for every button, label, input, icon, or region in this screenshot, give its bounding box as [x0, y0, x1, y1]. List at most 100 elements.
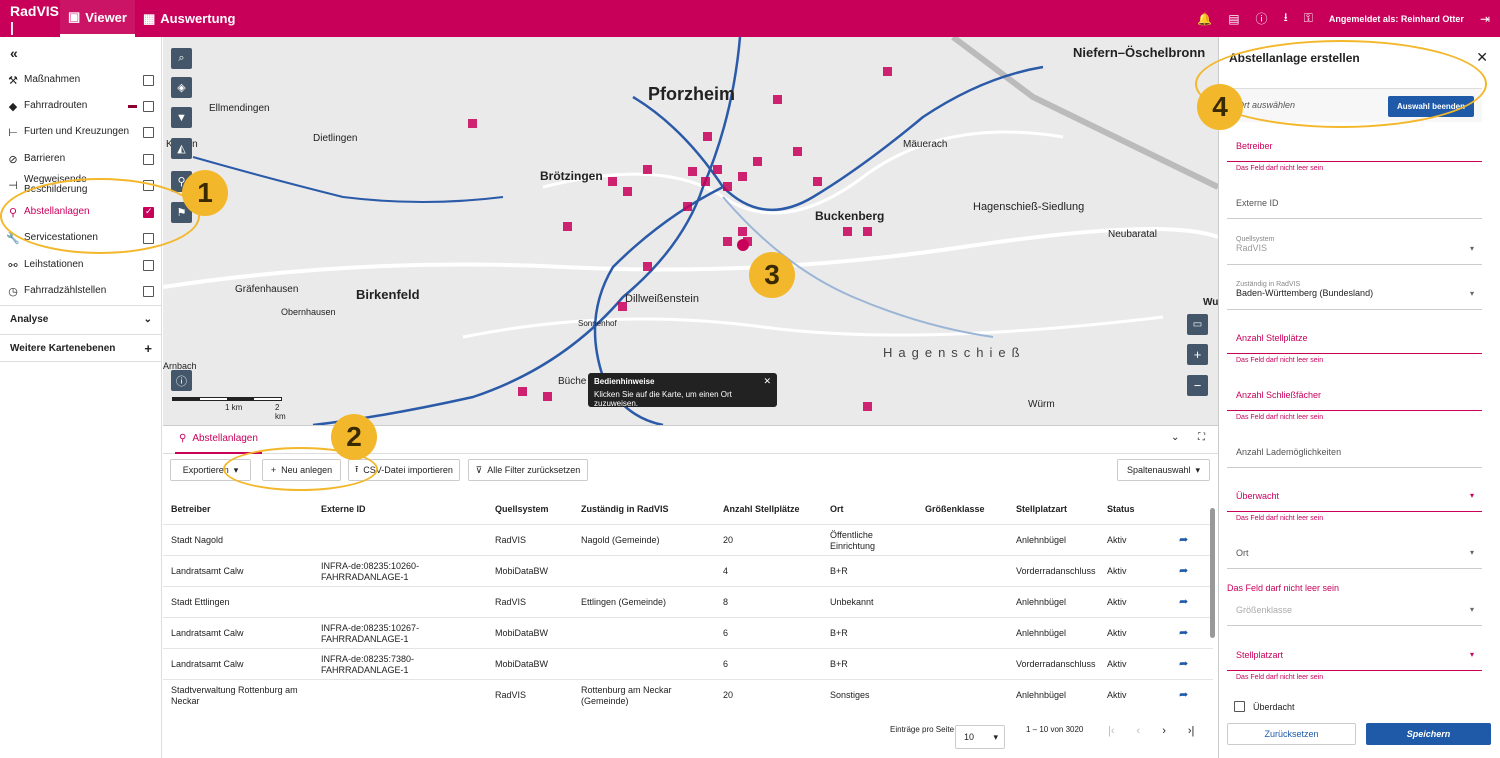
download-icon[interactable]: ⭳ [1284, 8, 1288, 29]
stellplaetze-field[interactable]: Anzahl Stellplätze Das Feld darf nicht le… [1227, 333, 1482, 364]
table-cell: Stadtverwaltung Rottenburg am Neckar [171, 684, 298, 706]
info-map-icon[interactable]: ⓘ [171, 370, 192, 391]
col-header[interactable]: Größenklasse [925, 504, 985, 514]
document-icon[interactable]: ▤ [1228, 12, 1239, 26]
first-page-icon[interactable]: |‹ [1108, 725, 1115, 737]
close-icon[interactable]: ✕ [763, 376, 771, 387]
section-weitere-kartenebenen[interactable]: Weitere Kartenebenen + [0, 334, 162, 362]
bell-icon[interactable]: 🔔 [1197, 12, 1212, 26]
nav-auswertung-label: Auswertung [160, 11, 236, 26]
layer-checkbox[interactable] [143, 126, 154, 138]
close-icon[interactable]: ✕ [1476, 49, 1488, 66]
reset-filters-button[interactable]: ⊽ Alle Filter zurücksetzen [468, 459, 588, 481]
field-label: Größenklasse [1236, 605, 1293, 615]
table-row[interactable]: Stadt Ettlingen RadVIS Ettlingen (Gemeinde… [163, 586, 1213, 617]
logout-icon[interactable]: ⇥ [1480, 12, 1490, 26]
layer-furten[interactable]: ⊢ Furten und Kreuzungen [0, 119, 162, 145]
lade-field[interactable]: Anzahl Lademöglichkeiten [1227, 447, 1482, 468]
table-row[interactable]: Stadtverwaltung Rottenburg am Neckar RadV… [163, 679, 1213, 710]
page-size-select[interactable]: 10 ▾ [955, 725, 1005, 749]
info-icon[interactable]: ⓘ [1256, 10, 1268, 27]
table-row[interactable]: Stadt Nagold RadVIS Nagold (Gemeinde) 20 Öff… [163, 524, 1213, 555]
table-cell: Anlehnbügel [1016, 535, 1067, 545]
search-icon[interactable]: ⌕ [171, 48, 192, 69]
col-header[interactable]: Status [1107, 504, 1135, 514]
schliessfaecher-field[interactable]: Anzahl Schließfächer Das Feld darf nicht … [1227, 390, 1482, 421]
fullscreen-icon[interactable]: ⛶ [1198, 432, 1205, 443]
field-label: Quellsystem [1236, 236, 1275, 243]
open-detail-icon[interactable]: ➦ [1179, 680, 1188, 711]
table-cell [581, 556, 711, 587]
measure-icon[interactable]: ◭ [171, 138, 192, 159]
layer-checkbox[interactable] [143, 74, 154, 86]
open-detail-icon[interactable]: ➦ [1179, 556, 1188, 587]
layers-icon[interactable]: ◈ [171, 77, 192, 98]
table-row[interactable]: Landratsamt Calw INFRA-de:08235:10260-FAH… [163, 555, 1213, 586]
bike-parking-icon: ⚲ [179, 433, 187, 444]
layer-massnahmen[interactable]: ⚒ Maßnahmen [0, 67, 162, 93]
col-header[interactable]: Quellsystem [495, 504, 549, 514]
col-header[interactable]: Zuständig in RadVIS [581, 504, 669, 514]
open-detail-icon[interactable]: ➦ [1179, 618, 1188, 649]
save-button[interactable]: Speichern [1366, 723, 1491, 745]
col-header[interactable]: Ort [830, 504, 844, 514]
scrollbar[interactable] [1210, 508, 1215, 638]
chevron-down-icon[interactable]: ⌄ [1171, 432, 1179, 443]
nav-viewer[interactable]: ▣ Viewer [60, 0, 135, 37]
section-analyse[interactable]: Analyse ⌄ [0, 305, 162, 333]
next-page-icon[interactable]: › [1162, 725, 1166, 737]
place-label: Sonnenhof [578, 319, 617, 328]
place-label: Wu [1203, 297, 1218, 308]
map-view[interactable]: Pforzheim Niefern–Öschelbronn Brötzingen… [163, 37, 1218, 425]
groessenklasse-field: Größenklasse ▾ [1227, 605, 1482, 626]
betreiber-field[interactable]: Betreiber Das Feld darf nicht leer sein [1227, 141, 1482, 172]
col-header[interactable]: Anzahl Stellplätze [723, 504, 800, 514]
key-icon[interactable]: ⚿ [1304, 11, 1313, 26]
highlight-ellipse [0, 178, 200, 254]
externe-id-field[interactable]: Externe ID [1227, 198, 1482, 219]
layer-checkbox[interactable] [143, 153, 154, 165]
zoom-out-button[interactable]: − [1187, 375, 1208, 396]
ueberdacht-checkbox[interactable] [1234, 701, 1245, 712]
table-cell [925, 556, 1005, 587]
ort-field[interactable]: Ort ▾ [1227, 548, 1482, 569]
layer-zaehlstellen[interactable]: ◷ Fahrradzählstellen [0, 278, 162, 304]
layer-checkbox[interactable] [143, 259, 154, 271]
open-detail-icon[interactable]: ➦ [1179, 525, 1188, 556]
table-cell: Rottenburg am Neckar (Gemeinde) [581, 684, 672, 706]
last-page-icon[interactable]: ›| [1188, 725, 1195, 737]
layer-checkbox[interactable] [143, 285, 154, 297]
nav-auswertung[interactable]: ▦ Auswertung [135, 0, 243, 37]
column-select-button[interactable]: Spaltenauswahl ▾ [1117, 459, 1210, 481]
table-cell: Öffentliche Einrichtung [830, 529, 876, 551]
table-row[interactable]: Landratsamt Calw INFRA-de:08235:10267-FAH… [163, 617, 1213, 648]
prev-page-icon[interactable]: ‹ [1137, 725, 1141, 737]
col-header[interactable]: Betreiber [171, 504, 211, 514]
open-detail-icon[interactable]: ➦ [1179, 649, 1188, 680]
place-label: Niefern–Öschelbronn [1073, 45, 1205, 60]
tab-abstellanlagen[interactable]: ⚲ Abstellanlagen [175, 426, 262, 454]
ueberwacht-field[interactable]: Überwacht ▾ Das Feld darf nicht leer sein [1227, 491, 1482, 522]
selected-location-marker[interactable] [737, 239, 749, 251]
field-error: Das Feld darf nicht leer sein [1236, 414, 1324, 421]
ruler-icon[interactable]: ▭ [1187, 314, 1208, 335]
filter-icon[interactable]: ▼ [171, 107, 192, 128]
layer-fahrradrouten[interactable]: ◆ Fahrradrouten [0, 93, 162, 119]
zoom-in-button[interactable]: + [1187, 344, 1208, 365]
chart-icon: ▦ [142, 10, 156, 26]
col-header[interactable]: Stellplatzart [1016, 504, 1067, 514]
scale-bar: 1 km 2 km [172, 397, 286, 421]
layer-barrieren[interactable]: ⊘ Barrieren [0, 146, 162, 172]
open-detail-icon[interactable]: ➦ [1179, 587, 1188, 618]
barrier-icon: ⊘ [8, 153, 18, 166]
col-header[interactable]: Externe ID [321, 504, 366, 514]
map-canvas[interactable]: Pforzheim Niefern–Öschelbronn Brötzingen… [163, 37, 1218, 425]
stellplatzart-field[interactable]: Stellplatzart ▾ Das Feld darf nicht leer s… [1227, 650, 1482, 681]
reset-button[interactable]: Zurücksetzen [1227, 723, 1356, 745]
layer-checkbox[interactable] [143, 100, 154, 112]
table-row[interactable]: Landratsamt Calw INFRA-de:08235:7380-FAHR… [163, 648, 1213, 679]
layer-leihstationen[interactable]: ⚯ Leihstationen [0, 252, 162, 278]
zustaendig-field[interactable]: Zuständig in RadVIS Baden-Württemberg (Bu… [1227, 281, 1482, 310]
table-cell: Landratsamt Calw [171, 628, 244, 638]
collapse-sidebar-button[interactable]: « [0, 37, 161, 63]
